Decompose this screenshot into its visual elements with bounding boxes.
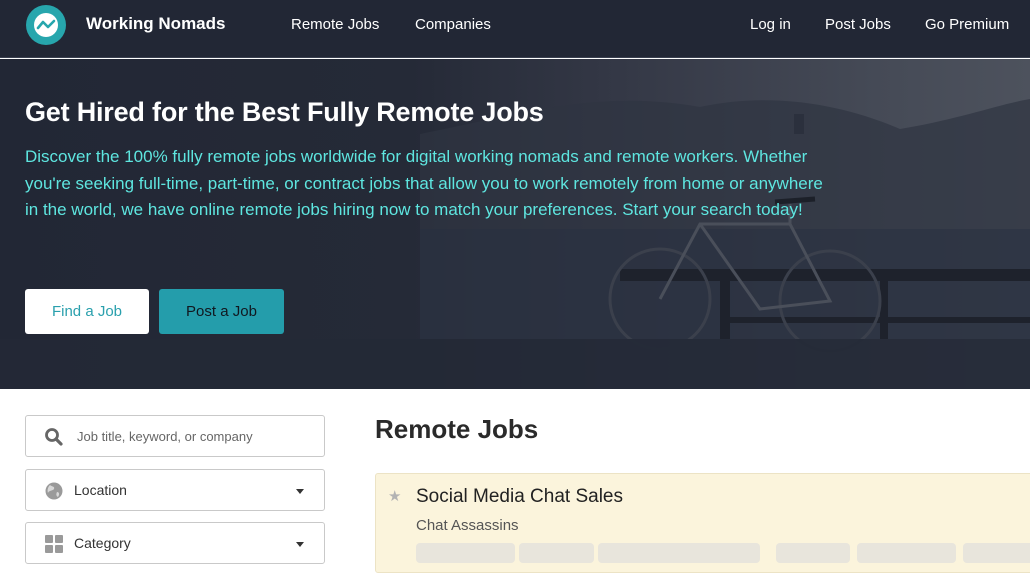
page-title: Remote Jobs	[375, 414, 539, 444]
logo-icon[interactable]	[26, 5, 66, 45]
job-tag[interactable]	[857, 543, 956, 563]
job-tag[interactable]	[598, 543, 760, 563]
job-list-item[interactable]: ★ Social Media Chat Sales Chat Assassins	[375, 473, 1030, 573]
brand-name[interactable]: Working Nomads	[86, 14, 225, 34]
category-dropdown[interactable]: Category	[25, 522, 325, 564]
nav-log-in[interactable]: Log in	[750, 16, 791, 33]
post-job-button[interactable]: Post a Job	[159, 289, 284, 334]
job-tag[interactable]	[963, 543, 1030, 563]
chevron-down-icon	[296, 489, 304, 494]
location-label: Location	[74, 482, 127, 498]
job-tag[interactable]	[416, 543, 515, 563]
hero-banner: Get Hired for the Best Fully Remote Jobs…	[0, 59, 1030, 389]
nav-remote-jobs[interactable]: Remote Jobs	[291, 16, 379, 33]
job-title[interactable]: Social Media Chat Sales	[416, 486, 623, 508]
job-tag[interactable]	[776, 543, 850, 563]
search-input[interactable]: Job title, keyword, or company	[25, 415, 325, 457]
nav-post-jobs[interactable]: Post Jobs	[825, 16, 891, 33]
hero-title: Get Hired for the Best Fully Remote Jobs	[25, 97, 544, 127]
job-company[interactable]: Chat Assassins	[416, 517, 519, 534]
search-icon	[45, 428, 63, 446]
category-label: Category	[74, 535, 131, 551]
chevron-down-icon	[296, 542, 304, 547]
job-tag[interactable]	[519, 543, 594, 563]
globe-icon	[45, 482, 63, 500]
hero-description: Discover the 100% fully remote jobs worl…	[25, 147, 823, 219]
nav-go-premium[interactable]: Go Premium	[925, 16, 1009, 33]
top-navbar: Working Nomads Remote Jobs Companies Log…	[0, 0, 1030, 58]
trend-line-icon	[36, 19, 56, 30]
find-job-button[interactable]: Find a Job	[25, 289, 149, 334]
location-dropdown[interactable]: Location	[25, 469, 325, 511]
grid-icon	[45, 535, 63, 553]
star-icon[interactable]: ★	[388, 487, 401, 505]
search-placeholder: Job title, keyword, or company	[77, 429, 253, 444]
nav-companies[interactable]: Companies	[415, 16, 491, 33]
